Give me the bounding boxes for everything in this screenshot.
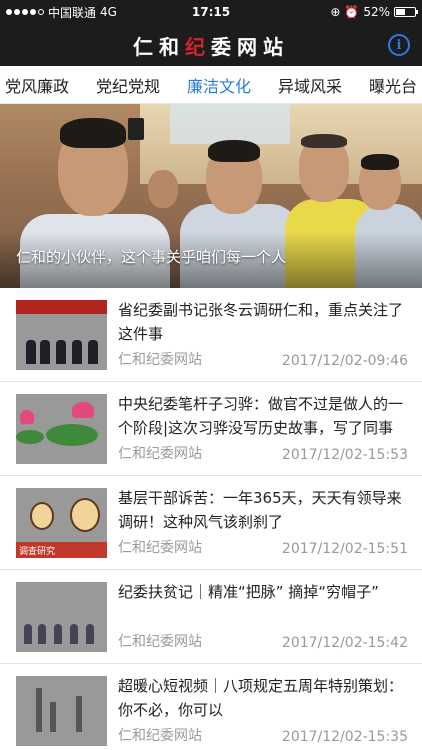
rotation-lock-icon: ⊕ — [330, 5, 341, 19]
app-title-part1: 仁和 — [133, 34, 185, 59]
status-left: 中国联通 4G — [6, 4, 117, 21]
news-item[interactable]: 纪委扶贫记｜精准“把脉” 摘掉“穷帽子” 仁和纪委网站 2017/12/02-1… — [0, 570, 422, 664]
news-source: 仁和纪委网站 — [118, 634, 202, 650]
tab-dangji-danggui[interactable]: 党纪党规 — [93, 73, 163, 97]
news-source: 仁和纪委网站 — [118, 728, 202, 744]
news-title[interactable]: 超暖心短视频｜八项规定五周年特别策划：你不必，你可以 — [118, 674, 410, 722]
news-title[interactable]: 中央纪委笔杆子习骅：做官不过是做人的一个阶段|这次习骅没写历史故事，写了同事 — [118, 392, 410, 440]
alarm-icon: ⏰ — [344, 5, 360, 19]
news-thumbnail — [16, 394, 107, 464]
news-thumbnail — [16, 300, 107, 370]
thumbnail-caption: 调查研究 — [16, 542, 107, 558]
info-icon[interactable]: i — [388, 34, 410, 56]
news-time: 2017/12/02-15:51 — [281, 541, 408, 557]
news-item[interactable]: 调查研究 基层干部诉苦：一年365天，天天有领导来调研！这种风气该刹刹了 仁和纪… — [0, 476, 422, 570]
news-source: 仁和纪委网站 — [118, 352, 202, 368]
news-source: 仁和纪委网站 — [118, 540, 202, 556]
banner-caption: 仁和的小伙伴，这个事关乎咱们每一个人 — [0, 232, 422, 288]
network-label: 4G — [100, 5, 117, 19]
tab-dangfeng-lianzheng[interactable]: 党风廉政 — [2, 73, 72, 97]
news-time: 2017/12/02-15:42 — [281, 635, 408, 651]
news-thumbnail — [16, 582, 107, 652]
status-bar: 中国联通 4G 17:15 ⊕ ⏰ 52% — [0, 0, 422, 24]
tab-yiyu-fengcai[interactable]: 异域风采 — [275, 73, 345, 97]
news-title[interactable]: 纪委扶贫记｜精准“把脉” 摘掉“穷帽子” — [118, 580, 410, 604]
news-time: 2017/12/02-15:53 — [281, 447, 408, 463]
status-right: ⊕ ⏰ 52% — [330, 5, 418, 19]
battery-icon — [394, 7, 418, 17]
news-title[interactable]: 省纪委副书记张冬云调研仁和，重点关注了这件事 — [118, 298, 410, 346]
news-time: 2017/12/02-09:46 — [281, 353, 408, 369]
news-thumbnail: 调查研究 — [16, 488, 107, 558]
news-source: 仁和纪委网站 — [118, 446, 202, 462]
news-time: 2017/12/02-15:35 — [281, 729, 408, 745]
banner-photo-speaker — [128, 118, 144, 140]
signal-icon — [6, 9, 44, 15]
title-bar: 仁和纪委网站 i — [0, 24, 422, 66]
news-thumbnail — [16, 676, 107, 746]
battery-fill — [396, 9, 406, 15]
app-title: 仁和纪委网站 — [133, 31, 289, 60]
news-item[interactable]: 超暖心短视频｜八项规定五周年特别策划：你不必，你可以 仁和纪委网站 2017/1… — [0, 664, 422, 750]
news-title[interactable]: 基层干部诉苦：一年365天，天天有领导来调研！这种风气该刹刹了 — [118, 486, 410, 534]
banner-photo-window — [170, 104, 290, 144]
news-item[interactable]: 省纪委副书记张冬云调研仁和，重点关注了这件事 仁和纪委网站 2017/12/02… — [0, 288, 422, 382]
news-item[interactable]: 中央纪委笔杆子习骅：做官不过是做人的一个阶段|这次习骅没写历史故事，写了同事 仁… — [0, 382, 422, 476]
app-title-part3: 委网站 — [211, 34, 289, 59]
category-tabs: 党风廉政 党纪党规 廉洁文化 异域风采 曝光台 — [0, 66, 422, 104]
banner-carousel[interactable]: 仁和的小伙伴，这个事关乎咱们每一个人 — [0, 104, 422, 288]
app-title-part2: 纪 — [185, 34, 211, 59]
tab-baoguangtai[interactable]: 曝光台 — [366, 73, 420, 97]
tab-lianjie-wenhua[interactable]: 廉洁文化 — [184, 73, 254, 97]
carrier-label: 中国联通 — [48, 5, 97, 20]
battery-percent: 52% — [363, 5, 390, 19]
news-list: 省纪委副书记张冬云调研仁和，重点关注了这件事 仁和纪委网站 2017/12/02… — [0, 288, 422, 750]
